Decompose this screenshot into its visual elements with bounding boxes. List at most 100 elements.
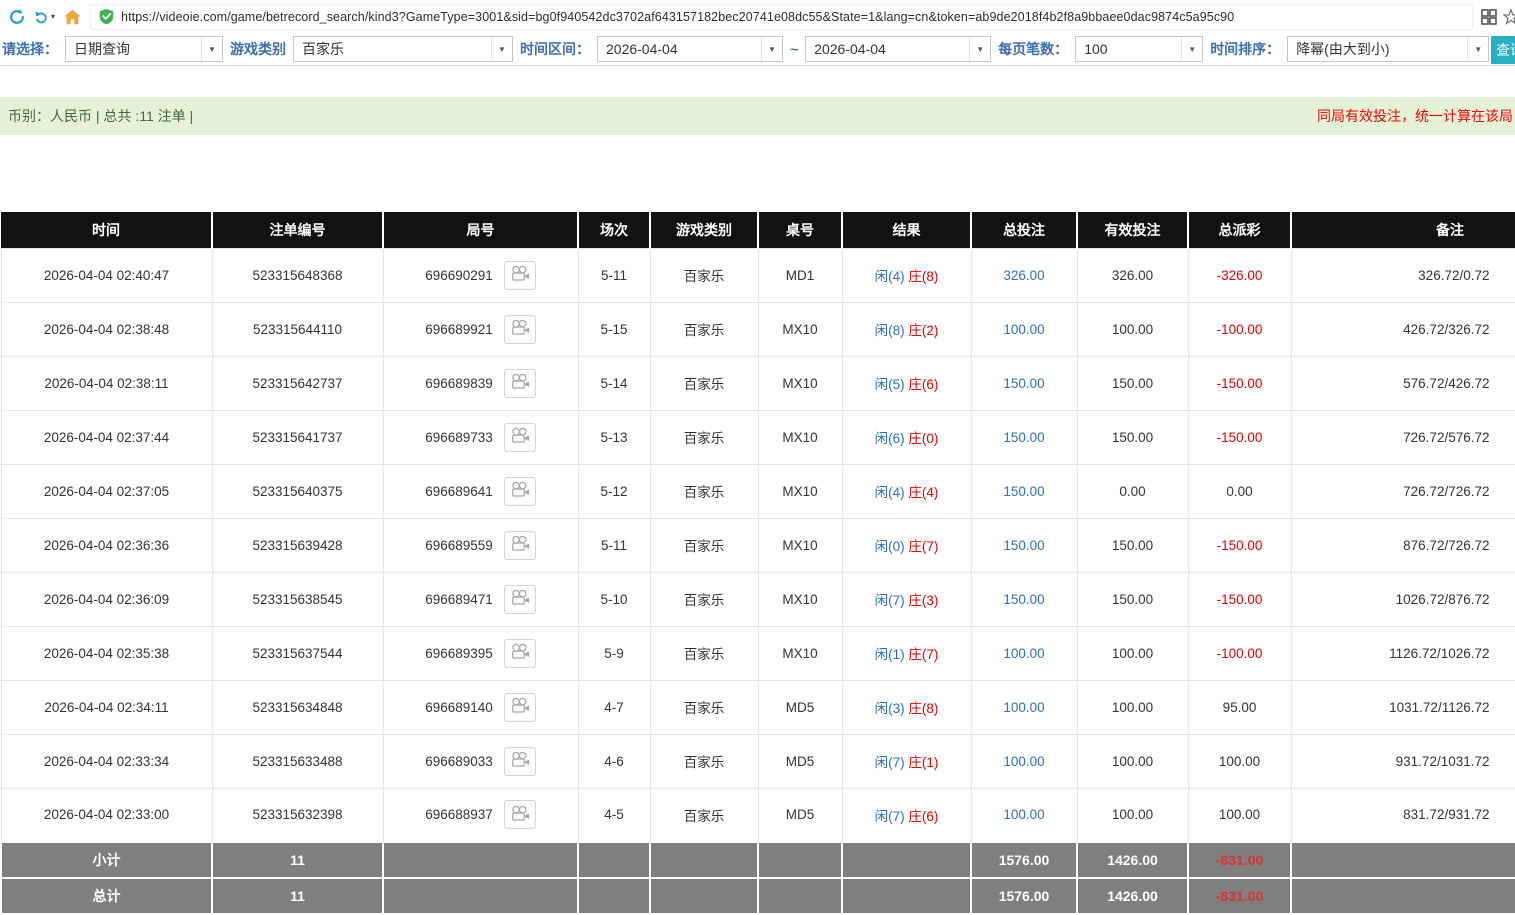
undo-icon[interactable]: ▾ — [34, 9, 55, 24]
valid-bet-notice: 同局有效投注，统一计算在该局 — [1317, 108, 1513, 124]
film-camera-icon — [510, 535, 530, 555]
date-from-select[interactable]: 2026-04-04 ▼ — [597, 36, 783, 62]
chevron-down-icon[interactable]: ▼ — [761, 37, 782, 61]
address-bar[interactable]: https://videoie.com/game/betrecord_searc… — [90, 3, 1473, 30]
cell-game: 百家乐 — [649, 625, 759, 681]
subtotal-payout: -831.00 — [1187, 841, 1292, 879]
undo-dropdown-caret-icon[interactable]: ▾ — [51, 12, 55, 21]
page-size-select[interactable]: 100 ▼ — [1075, 36, 1204, 62]
cell-game: 百家乐 — [649, 571, 759, 627]
cell-time: 2026-04-04 02:35:38 — [0, 625, 213, 681]
cell-session: 4-7 — [577, 679, 651, 735]
cell-valid-bet: 100.00 — [1076, 787, 1189, 843]
date-to-select[interactable]: 2026-04-04 ▼ — [805, 36, 992, 62]
url-text[interactable]: https://videoie.com/game/betrecord_searc… — [121, 10, 1234, 24]
page-size-label: 每页笔数： — [998, 41, 1069, 57]
game-category-label: 游戏类别 — [230, 41, 286, 57]
cell-game: 百家乐 — [649, 733, 759, 789]
table-row: 2026-04-04 02:37:44 523315641737 696689733… — [0, 409, 1515, 465]
table-row: 2026-04-04 02:33:00 523315632398 696688937… — [0, 787, 1515, 843]
cell-payout: -326.00 — [1187, 247, 1292, 303]
cell-round: 696689395 — [382, 625, 579, 681]
game-category-select[interactable]: 百家乐 ▼ — [293, 36, 513, 62]
cell-session: 4-6 — [577, 733, 651, 789]
cell-session: 4-5 — [577, 787, 651, 843]
bet-records-table: 时间 注单编号 局号 场次 游戏类别 桌号 结果 总投注 有效投注 总派彩 备注… — [0, 212, 1515, 915]
cell-session: 5-15 — [577, 301, 651, 357]
cell-payout: 100.00 — [1187, 787, 1292, 843]
subtotal-label: 小计 — [0, 841, 213, 879]
extensions-grid-icon[interactable] — [1481, 8, 1497, 25]
cell-table: MX10 — [757, 355, 843, 411]
cell-valid-bet: 100.00 — [1076, 301, 1189, 357]
table-row: 2026-04-04 02:36:36 523315639428 696689559… — [0, 517, 1515, 573]
col-header-game: 游戏类别 — [650, 212, 759, 248]
cell-result: 闲(8) 庄(2) — [841, 301, 972, 357]
col-header-session: 场次 — [578, 212, 651, 248]
cell-session: 5-13 — [577, 409, 651, 465]
film-camera-icon — [510, 265, 530, 285]
cell-bet-id: 523315648368 — [211, 247, 384, 303]
search-button[interactable]: 查询 — [1491, 36, 1515, 64]
cell-time: 2026-04-04 02:36:09 — [0, 571, 213, 627]
col-header-total-bet: 总投注 — [971, 212, 1078, 248]
time-sort-select[interactable]: 降幂(由大到小) ▼ — [1287, 36, 1490, 62]
chevron-down-icon[interactable]: ▼ — [969, 37, 990, 61]
video-replay-button[interactable] — [503, 260, 536, 290]
chevron-down-icon[interactable]: ▼ — [1181, 37, 1202, 61]
cell-payout: 95.00 — [1187, 679, 1292, 735]
film-camera-icon — [510, 805, 530, 825]
cell-total-bet: 326.00 — [970, 247, 1078, 303]
refresh-icon[interactable] — [8, 8, 26, 26]
cell-valid-bet: 100.00 — [1076, 625, 1189, 681]
col-header-payout: 总派彩 — [1188, 212, 1292, 248]
film-camera-icon — [510, 319, 530, 339]
col-header-result: 结果 — [842, 212, 972, 248]
cell-result: 闲(1) 庄(7) — [841, 625, 972, 681]
bookmark-star-icon[interactable] — [1503, 8, 1515, 25]
cell-session: 5-10 — [577, 571, 651, 627]
film-camera-icon — [510, 481, 530, 501]
cell-remark: 576.72/426.72 — [1290, 355, 1515, 411]
cell-result: 闲(6) 庄(0) — [841, 409, 972, 465]
cell-table: MX10 — [757, 301, 843, 357]
cell-result: 闲(7) 庄(6) — [841, 787, 972, 843]
video-replay-button[interactable] — [503, 692, 536, 722]
subtotal-total-bet: 1576.00 — [970, 841, 1078, 879]
cell-valid-bet: 100.00 — [1076, 679, 1189, 735]
chevron-down-icon[interactable]: ▼ — [491, 37, 512, 61]
video-replay-button[interactable] — [503, 638, 536, 668]
cell-bet-id: 523315634848 — [211, 679, 384, 735]
table-row: 2026-04-04 02:34:11 523315634848 696689140… — [0, 679, 1515, 735]
video-replay-button[interactable] — [503, 476, 536, 506]
cell-round: 696688937 — [382, 787, 579, 843]
chevron-down-icon[interactable]: ▼ — [1467, 37, 1488, 61]
grand-total-count: 11 — [211, 877, 384, 915]
video-replay-button[interactable] — [503, 314, 536, 344]
col-header-table: 桌号 — [758, 212, 843, 248]
cell-remark: 1126.72/1026.72 — [1290, 625, 1515, 681]
video-replay-button[interactable] — [503, 800, 536, 830]
table-row: 2026-04-04 02:33:34 523315633488 696689033… — [0, 733, 1515, 789]
cell-total-bet: 100.00 — [970, 787, 1078, 843]
home-icon[interactable] — [63, 8, 82, 26]
cell-bet-id: 523315642737 — [211, 355, 384, 411]
cell-remark: 426.72/326.72 — [1290, 301, 1515, 357]
video-replay-button[interactable] — [503, 422, 536, 452]
video-replay-button[interactable] — [503, 746, 536, 776]
cell-round: 696689921 — [382, 301, 579, 357]
grand-total-valid-bet: 1426.00 — [1076, 877, 1189, 915]
cell-game: 百家乐 — [649, 517, 759, 573]
video-replay-button[interactable] — [503, 368, 536, 398]
video-replay-button[interactable] — [503, 584, 536, 614]
cell-game: 百家乐 — [649, 787, 759, 843]
query-type-select[interactable]: 日期查询 ▼ — [65, 36, 223, 62]
cell-table: MD5 — [757, 787, 843, 843]
chevron-down-icon[interactable]: ▼ — [201, 37, 222, 61]
table-row: 2026-04-04 02:38:11 523315642737 696689839… — [0, 355, 1515, 411]
cell-payout: -150.00 — [1187, 571, 1292, 627]
cell-table: MD5 — [757, 733, 843, 789]
cell-bet-id: 523315637544 — [211, 625, 384, 681]
cell-session: 5-11 — [577, 247, 651, 303]
video-replay-button[interactable] — [503, 530, 536, 560]
